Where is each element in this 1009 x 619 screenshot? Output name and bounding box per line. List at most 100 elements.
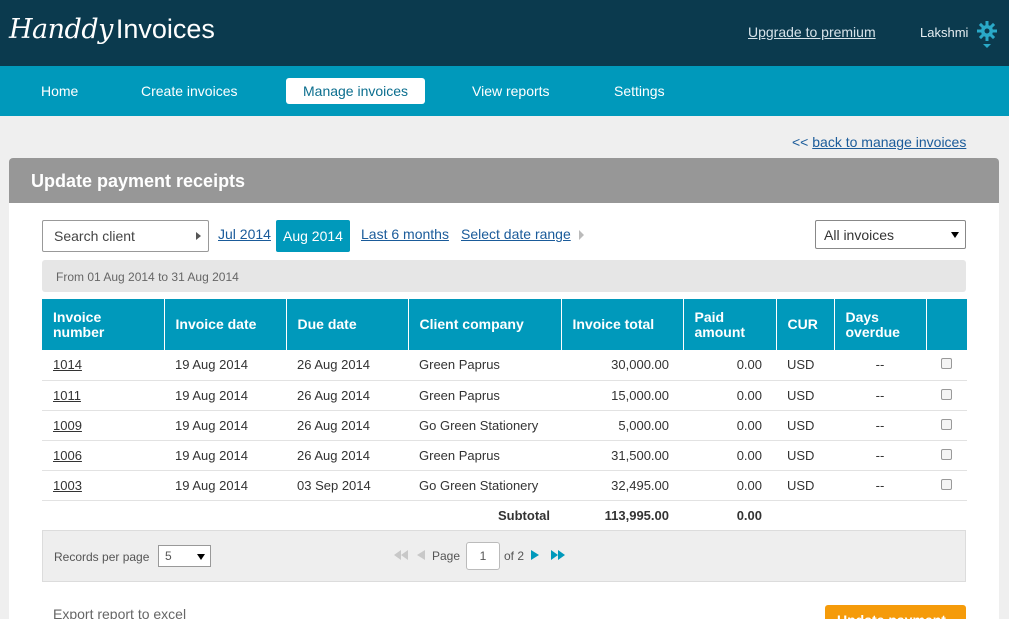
row-checkbox[interactable] bbox=[941, 478, 952, 490]
row-select-cell bbox=[926, 350, 967, 381]
invoice-total: 30,000.00 bbox=[561, 350, 683, 381]
due-date: 26 Aug 2014 bbox=[286, 380, 408, 411]
col-days-overdue[interactable]: Days overdue bbox=[834, 299, 927, 350]
table-row: 1009 19 Aug 2014 26 Aug 2014 Go Green St… bbox=[42, 410, 967, 441]
client-company: Go Green Stationery bbox=[408, 410, 561, 441]
col-paid-amount[interactable]: Paid amount bbox=[683, 299, 777, 350]
payment-receipts-panel: Update payment receipts Search client Ju… bbox=[9, 158, 999, 619]
client-company: Green Paprus bbox=[408, 350, 561, 381]
period-prev-month[interactable]: Jul 2014 bbox=[218, 226, 271, 242]
client-company: Green Paprus bbox=[408, 440, 561, 471]
due-date: 03 Sep 2014 bbox=[286, 470, 408, 501]
logo-text: Invoices bbox=[115, 14, 215, 44]
table-header-row: Invoice number Invoice date Due date Cli… bbox=[42, 299, 967, 350]
col-select bbox=[926, 299, 967, 350]
col-invoice-number[interactable]: Invoice number bbox=[42, 299, 165, 350]
col-currency[interactable]: CUR bbox=[776, 299, 835, 350]
due-date: 26 Aug 2014 bbox=[286, 440, 408, 471]
nav-create-invoices[interactable]: Create invoices bbox=[124, 78, 255, 104]
paid-amount: 0.00 bbox=[683, 380, 776, 411]
col-invoice-date[interactable]: Invoice date bbox=[164, 299, 287, 350]
invoice-date: 19 Aug 2014 bbox=[164, 350, 286, 381]
row-select-cell bbox=[926, 440, 967, 471]
row-checkbox[interactable] bbox=[941, 448, 952, 460]
row-checkbox[interactable] bbox=[941, 388, 952, 400]
subtotal-empty bbox=[776, 500, 967, 530]
dropdown-arrow-icon bbox=[951, 232, 959, 238]
search-client-label: Search client bbox=[54, 228, 135, 244]
currency: USD bbox=[776, 350, 834, 381]
period-select-date-range[interactable]: Select date range bbox=[461, 226, 571, 242]
invoice-number-link[interactable]: 1014 bbox=[42, 350, 164, 381]
invoice-total: 5,000.00 bbox=[561, 410, 683, 441]
row-select-cell bbox=[926, 410, 967, 441]
next-page-icon[interactable] bbox=[531, 550, 539, 560]
client-company: Green Paprus bbox=[408, 380, 561, 411]
last-page-icon[interactable] bbox=[551, 550, 565, 560]
subtotal-label: Subtotal bbox=[498, 507, 550, 523]
currency: USD bbox=[776, 380, 834, 411]
col-client-company[interactable]: Client company bbox=[408, 299, 562, 350]
chevron-right-icon bbox=[196, 232, 201, 240]
page-of-label: of 2 bbox=[504, 549, 525, 563]
invoice-filter-value: All invoices bbox=[824, 227, 895, 243]
dropdown-arrow-icon bbox=[197, 554, 205, 560]
client-company: Go Green Stationery bbox=[408, 470, 561, 501]
nav-home[interactable]: Home bbox=[24, 78, 95, 104]
table-row: 1011 19 Aug 2014 26 Aug 2014 Green Papru… bbox=[42, 380, 967, 411]
days-overdue: -- bbox=[834, 410, 926, 441]
days-overdue: -- bbox=[834, 470, 926, 501]
invoice-date: 19 Aug 2014 bbox=[164, 470, 286, 501]
nav-settings[interactable]: Settings bbox=[597, 78, 682, 104]
user-name: Lakshmi bbox=[920, 25, 969, 40]
pagination-bar: Records per page 5 Page 1 of 2 bbox=[42, 530, 966, 582]
table-row: 1014 19 Aug 2014 26 Aug 2014 Green Papru… bbox=[42, 350, 967, 381]
paid-amount: 0.00 bbox=[683, 410, 776, 441]
days-overdue: -- bbox=[834, 350, 926, 381]
invoice-date: 19 Aug 2014 bbox=[164, 410, 286, 441]
col-due-date[interactable]: Due date bbox=[286, 299, 409, 350]
invoice-filter-select[interactable]: All invoices bbox=[815, 220, 966, 249]
currency: USD bbox=[776, 410, 834, 441]
update-payment-button[interactable]: Update payment bbox=[825, 605, 966, 619]
page-number-input[interactable]: 1 bbox=[466, 542, 500, 570]
invoice-number-link[interactable]: 1009 bbox=[42, 410, 164, 441]
row-checkbox[interactable] bbox=[941, 358, 952, 370]
paid-amount: 0.00 bbox=[683, 470, 776, 501]
paid-amount: 0.00 bbox=[683, 350, 776, 381]
chevron-right-icon[interactable] bbox=[579, 230, 584, 240]
invoice-total: 31,500.00 bbox=[561, 440, 683, 471]
search-client-input[interactable]: Search client bbox=[42, 220, 209, 252]
nav-view-reports[interactable]: View reports bbox=[455, 78, 567, 104]
export-excel-link[interactable]: Export report to excel bbox=[53, 606, 186, 619]
date-range-text: From 01 Aug 2014 to 31 Aug 2014 bbox=[42, 260, 966, 292]
gear-icon[interactable] bbox=[976, 20, 998, 50]
upgrade-premium-link[interactable]: Upgrade to premium bbox=[748, 24, 876, 40]
row-select-cell bbox=[926, 380, 967, 411]
row-checkbox[interactable] bbox=[941, 418, 952, 430]
back-to-manage-invoices[interactable]: << back to manage invoices bbox=[792, 134, 966, 150]
subtotal-row: Subtotal 113,995.00 0.00 bbox=[42, 500, 967, 530]
records-per-page-select[interactable]: 5 bbox=[158, 545, 211, 567]
invoice-number-link[interactable]: 1003 bbox=[42, 470, 164, 501]
prev-page-icon[interactable] bbox=[417, 550, 425, 560]
nav-manage-invoices[interactable]: Manage invoices bbox=[286, 78, 426, 104]
row-select-cell bbox=[926, 470, 967, 501]
back-link-label[interactable]: back to manage invoices bbox=[812, 134, 966, 150]
due-date: 26 Aug 2014 bbox=[286, 350, 408, 381]
logo-script-text: Handdy bbox=[9, 14, 113, 45]
invoice-number-link[interactable]: 1011 bbox=[42, 380, 164, 411]
app-logo[interactable]: Handdy Invoices bbox=[9, 14, 215, 45]
records-per-page-value: 5 bbox=[165, 549, 172, 563]
due-date: 26 Aug 2014 bbox=[286, 410, 408, 441]
col-invoice-total[interactable]: Invoice total bbox=[561, 299, 684, 350]
invoice-number-link[interactable]: 1006 bbox=[42, 440, 164, 471]
invoice-date: 19 Aug 2014 bbox=[164, 380, 286, 411]
first-page-icon[interactable] bbox=[394, 550, 408, 560]
paid-amount: 0.00 bbox=[683, 440, 776, 471]
period-last-6-months[interactable]: Last 6 months bbox=[361, 226, 449, 242]
period-current-month[interactable]: Aug 2014 bbox=[276, 220, 350, 252]
currency: USD bbox=[776, 440, 834, 471]
records-per-page-label: Records per page bbox=[54, 550, 150, 564]
invoice-total: 32,495.00 bbox=[561, 470, 683, 501]
